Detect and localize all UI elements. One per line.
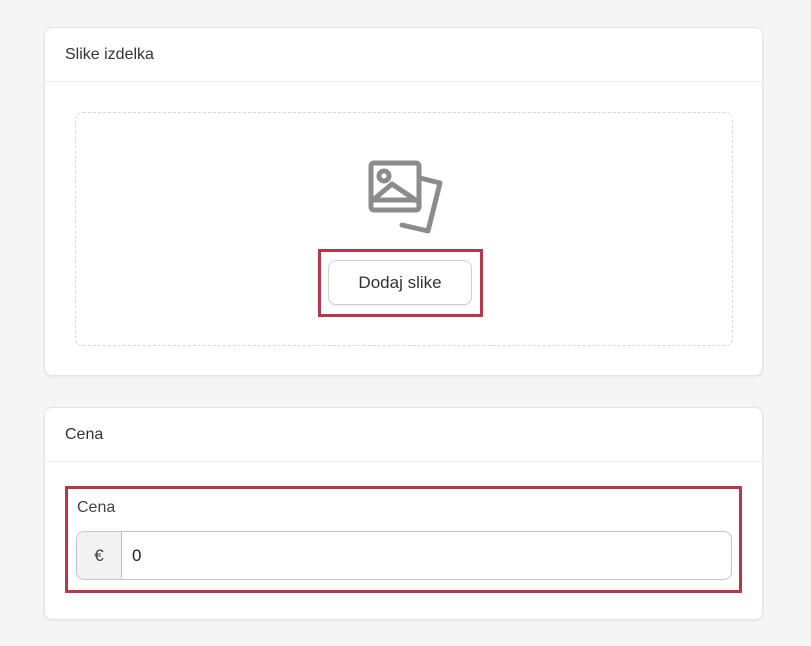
price-field-label: Cena	[77, 499, 116, 516]
price-card-title: Cena	[45, 408, 762, 462]
image-placeholder-icon	[368, 160, 443, 234]
currency-prefix: €	[77, 532, 122, 579]
price-card: Cena Cena €	[44, 407, 763, 620]
add-images-button[interactable]: Dodaj slike	[328, 260, 472, 305]
product-images-card-title: Slike izdelka	[45, 28, 762, 82]
image-dropzone[interactable]: Dodaj slike	[75, 112, 733, 346]
price-input-group: €	[76, 531, 732, 580]
product-images-card: Slike izdelka Dodaj slike	[44, 27, 763, 376]
price-input[interactable]	[122, 532, 731, 579]
